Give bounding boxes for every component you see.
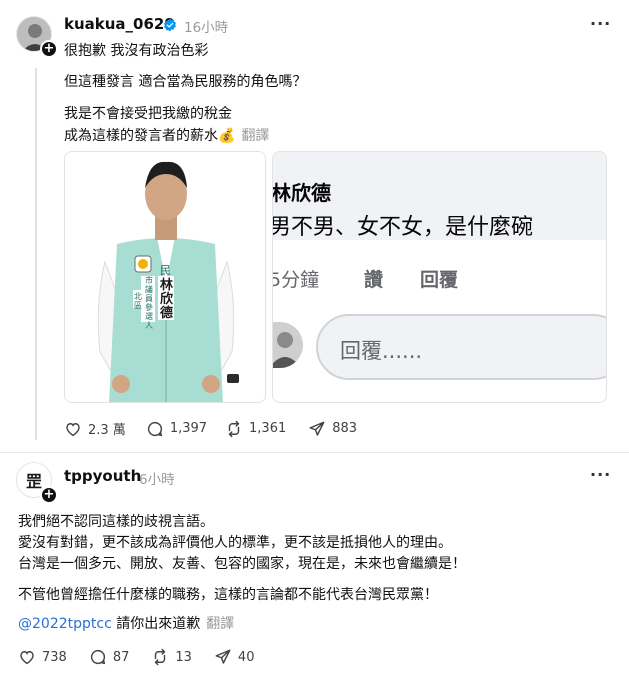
post2-mention-line: @2022tpptcc 請你出來道歉 翻譯 (18, 613, 234, 633)
post1-line-4-wrap: 成為這樣的發言者的薪水💰 翻譯 (64, 125, 269, 145)
post2-line-2: 愛沒有對錯，更不該成為評價他人的標準，更不該是抵損他人的理由。 (18, 535, 452, 551)
repost-button[interactable]: 13 (151, 648, 192, 666)
repost-count: 1,361 (249, 421, 287, 436)
repost-icon (228, 420, 240, 437)
share-button[interactable]: 883 (308, 420, 357, 438)
share-icon (309, 421, 325, 436)
comment-text: 男不男、女不女，是什麼碗 (272, 215, 534, 240)
comment-author: 林欣德 (272, 181, 331, 205)
follow-plus-icon[interactable]: + (40, 40, 58, 58)
candidate-name: 林欣德 (160, 278, 174, 321)
translate-link[interactable]: 翻譯 (241, 128, 269, 144)
share-button[interactable]: 40 (214, 648, 255, 666)
comment-reply: 回覆 (420, 269, 459, 291)
like-count: 2.3 萬 (88, 423, 126, 438)
post1-line-4: 成為這樣的發言者的薪水💰 (64, 128, 236, 144)
comment-button[interactable]: 1,397 (146, 420, 207, 438)
post1-image-comment-screenshot[interactable]: 林欣德 男不男、女不女，是什麼碗 5分鐘 讚 回覆 回覆...... (272, 151, 607, 403)
share-count: 883 (332, 421, 358, 436)
heart-icon (66, 422, 80, 436)
reply-avatar (273, 322, 303, 368)
post2-username[interactable]: tppyouth (64, 467, 141, 485)
like-count: 738 (42, 649, 67, 665)
thread-line (35, 68, 37, 440)
comment-like: 讚 (364, 269, 384, 291)
post1-actions: 2.3 萬 1,397 1,361 883 (64, 419, 383, 438)
candidate-party-char: 民 (160, 264, 171, 277)
post1-username[interactable]: kuakua_0629 (64, 15, 175, 33)
more-options-icon[interactable]: ··· (590, 14, 611, 33)
repost-button[interactable]: 1,361 (225, 420, 286, 438)
candidate-badge-text: 市議員參選人 (145, 276, 153, 330)
post1-line-3: 我是不會接受把我繳的稅金 (64, 106, 232, 122)
repost-count: 13 (175, 649, 192, 665)
tpp-logo: 罡 (25, 472, 42, 491)
like-button[interactable]: 2.3 萬 (64, 419, 126, 438)
post-2: 罡 + tppyouth 6小時 ··· 我們絕不認同這樣的歧視言語。 愛沒有對… (0, 453, 629, 675)
more-options-icon[interactable]: ··· (590, 465, 611, 484)
reply-placeholder: 回覆...... (340, 339, 423, 363)
like-button[interactable]: 738 (18, 648, 67, 666)
share-count: 40 (237, 649, 255, 665)
post1-avatar[interactable]: + (16, 16, 58, 58)
post1-time: 16小時 (184, 20, 229, 36)
post-1: + kuakua_0629 16小時 ··· 很抱歉 我沒有政治色彩 但這種發言… (0, 0, 629, 452)
comment-icon (90, 649, 105, 665)
translate-link[interactable]: 翻譯 (206, 616, 234, 632)
candidate-district: 北區 (134, 292, 142, 310)
mention-rest: 請你出來道歉 (111, 616, 201, 632)
mention-link[interactable]: @2022tpptcc (18, 616, 112, 632)
post2-line-1: 我們絕不認同這樣的歧視言語。 (18, 514, 214, 530)
comment-count: 1,397 (169, 421, 208, 436)
post1-line-1: 很抱歉 我沒有政治色彩 (64, 43, 209, 59)
share-icon (215, 649, 231, 664)
post2-time: 6小時 (139, 472, 175, 488)
verified-badge-icon (164, 18, 176, 32)
comment-time: 5分鐘 (272, 269, 320, 291)
post2-avatar[interactable]: 罡 + (16, 462, 58, 504)
comment-icon (147, 421, 162, 436)
repost-icon (155, 648, 166, 666)
follow-plus-icon[interactable]: + (40, 486, 58, 504)
post2-actions: 738 87 13 40 (18, 648, 280, 666)
comment-count: 87 (112, 649, 130, 665)
heart-icon (20, 651, 34, 665)
comment-button[interactable]: 87 (89, 648, 130, 666)
post2-line-4: 不管他曾經擔任什麼樣的職務，這樣的言論都不能代表台灣民眾黨！ (18, 587, 438, 603)
post2-line-3: 台灣是一個多元、開放、友善、包容的國家，現在是，未來也會繼續是！ (18, 556, 466, 572)
post1-line-2: 但這種發言 適合當為民服務的角色嗎？ (64, 74, 307, 90)
post1-image-candidate[interactable]: 市議員參選人 北區 民 林欣德 (64, 151, 266, 403)
